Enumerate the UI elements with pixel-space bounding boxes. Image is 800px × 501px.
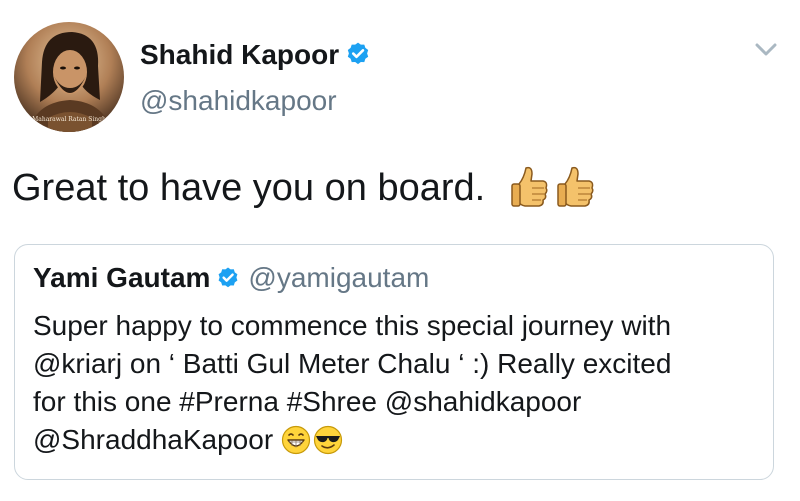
- quoted-tweet-line: @kriarj on ‘ Batti Gul Meter Chalu ‘ :) …: [33, 348, 672, 379]
- avatar-caption: Maharawal Ratan Singh: [32, 116, 106, 123]
- verified-badge-icon: [216, 266, 240, 303]
- thumbs-up-icon: [510, 164, 550, 222]
- quoted-tweet-card[interactable]: Yami Gautam @yamigautam Super happy to c…: [14, 244, 774, 480]
- tweet-text-row: Great to have you on board.: [12, 164, 596, 222]
- author-name-row: Shahid Kapoor: [140, 38, 371, 75]
- quoted-tweet-line: Super happy to commence this special jou…: [33, 310, 672, 341]
- author-handle[interactable]: @shahidkapoor: [140, 84, 337, 118]
- grinning-face-icon: [281, 425, 311, 465]
- thumbs-up-icon: [556, 164, 596, 222]
- tweet-text: Great to have you on board.: [12, 167, 486, 209]
- quoted-tweet-header: Yami Gautam @yamigautam: [33, 261, 429, 303]
- sunglasses-face-icon: [313, 425, 343, 465]
- avatar[interactable]: Maharawal Ratan Singh: [14, 22, 124, 132]
- verified-badge-icon: [345, 41, 371, 75]
- quoted-tweet-last-line: @ShraddhaKapoor: [33, 421, 768, 465]
- quoted-tweet-line: for this one #Prerna #Shree @shahidkapoo…: [33, 386, 582, 417]
- author-name[interactable]: Shahid Kapoor: [140, 39, 339, 70]
- quoted-tweet-mention: @ShraddhaKapoor: [33, 424, 274, 455]
- quoted-tweet-text: Super happy to commence this special jou…: [33, 307, 768, 465]
- quoted-author-handle[interactable]: @yamigautam: [248, 262, 429, 293]
- quoted-author-name[interactable]: Yami Gautam: [33, 262, 210, 293]
- chevron-down-icon[interactable]: [752, 40, 780, 60]
